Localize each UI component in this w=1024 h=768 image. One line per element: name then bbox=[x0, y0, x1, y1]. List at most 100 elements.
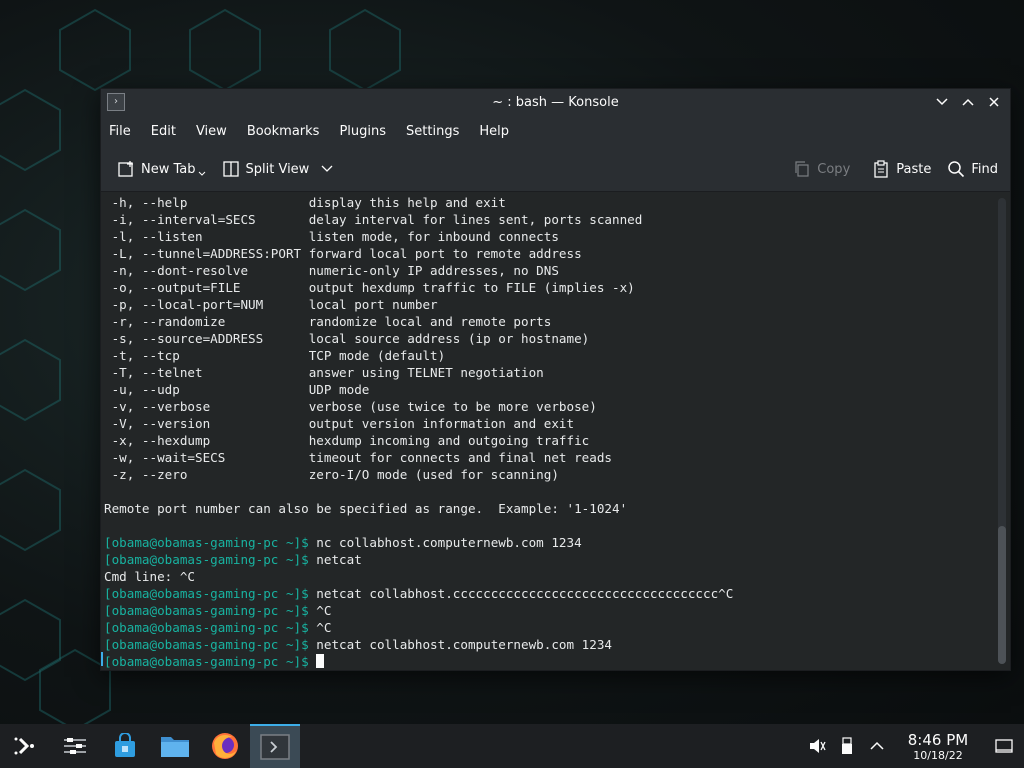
paste-button[interactable]: Paste bbox=[864, 154, 939, 184]
copy-label: Copy bbox=[817, 161, 851, 177]
terminal-line-text: ^C bbox=[308, 620, 332, 635]
system-tray: 8:46 PM 10/18/22 bbox=[802, 724, 1024, 768]
menu-settings[interactable]: Settings bbox=[406, 120, 469, 143]
terminal-line-text: nc collabhost.computernewb.com 1234 bbox=[308, 535, 582, 550]
terminal-line: -p, --local-port=NUM local port number bbox=[104, 296, 733, 313]
app-launcher-button[interactable] bbox=[0, 724, 50, 768]
terminal-line-text: ^C bbox=[308, 603, 332, 618]
volume-button[interactable] bbox=[802, 724, 832, 768]
chevron-up-icon bbox=[870, 741, 884, 750]
terminal-line-text: -o, --output=FILE output hexdump traffic… bbox=[104, 280, 635, 295]
terminal-line-text: -u, --udp UDP mode bbox=[104, 382, 370, 397]
show-desktop-button[interactable] bbox=[984, 724, 1024, 768]
shell-prompt: [obama@obamas-gaming-pc ~]$ bbox=[104, 586, 309, 601]
terminal-line-text: -p, --local-port=NUM local port number bbox=[104, 297, 438, 312]
folder-icon bbox=[161, 737, 189, 757]
show-hidden-icons-button[interactable] bbox=[862, 724, 892, 768]
maximize-button[interactable] bbox=[956, 91, 980, 113]
terminal-line: -r, --randomize randomize local and remo… bbox=[104, 313, 733, 330]
terminal-line-text: netcat collabhost.cccccccccccccccccccccc… bbox=[308, 586, 734, 601]
terminal-line: -z, --zero zero-I/O mode (used for scann… bbox=[104, 466, 733, 483]
close-button[interactable] bbox=[982, 91, 1006, 113]
shell-prompt: [obama@obamas-gaming-pc ~]$ bbox=[104, 603, 309, 618]
terminal-line: -o, --output=FILE output hexdump traffic… bbox=[104, 279, 733, 296]
menubar: File Edit View Bookmarks Plugins Setting… bbox=[101, 115, 1010, 147]
firefox-icon bbox=[212, 733, 238, 759]
terminal-line: [obama@obamas-gaming-pc ~]$ bbox=[104, 653, 733, 670]
terminal-line-text: -s, --source=ADDRESS local source addres… bbox=[104, 331, 590, 346]
titlebar[interactable]: › ~ : bash — Konsole bbox=[101, 89, 1010, 115]
terminal-line: -h, --help display this help and exit bbox=[104, 194, 733, 211]
menu-help[interactable]: Help bbox=[479, 120, 519, 143]
chevron-down-icon bbox=[936, 98, 948, 106]
terminal-line-text: Remote port number can also be specified… bbox=[104, 501, 628, 516]
new-tab-icon bbox=[118, 161, 133, 177]
paste-label: Paste bbox=[896, 161, 932, 177]
device-notifier-button[interactable] bbox=[832, 724, 862, 768]
terminal-line: -x, --hexdump hexdump incoming and outgo… bbox=[104, 432, 733, 449]
window-title: ~ : bash — Konsole bbox=[492, 94, 619, 110]
terminal-view[interactable]: -h, --help display this help and exit -i… bbox=[101, 192, 1010, 670]
file-manager-button[interactable] bbox=[150, 724, 200, 768]
clock-date: 10/18/22 bbox=[913, 748, 963, 762]
terminal-line: [obama@obamas-gaming-pc ~]$ netcat colla… bbox=[104, 585, 733, 602]
terminal-line: -l, --listen listen mode, for inbound co… bbox=[104, 228, 733, 245]
terminal-line: -s, --source=ADDRESS local source addres… bbox=[104, 330, 733, 347]
menu-file[interactable]: File bbox=[109, 120, 141, 143]
close-icon bbox=[989, 97, 999, 107]
konsole-app-icon[interactable]: › bbox=[107, 93, 125, 111]
terminal-line: -v, --verbose verbose (use twice to be m… bbox=[104, 398, 733, 415]
konsole-task-button[interactable] bbox=[250, 724, 300, 768]
clock-time: 8:46 PM bbox=[907, 730, 969, 749]
scrollbar-thumb[interactable] bbox=[998, 526, 1006, 664]
terminal-line: -t, --tcp TCP mode (default) bbox=[104, 347, 733, 364]
terminal-output: -h, --help display this help and exit -i… bbox=[104, 194, 733, 670]
find-button[interactable]: Find bbox=[939, 154, 1006, 184]
menu-plugins[interactable]: Plugins bbox=[339, 120, 396, 143]
app-launcher-icon bbox=[14, 737, 34, 755]
shell-prompt: [obama@obamas-gaming-pc ~]$ bbox=[104, 620, 309, 635]
terminal-line: Cmd line: ^C bbox=[104, 568, 733, 585]
new-tab-button[interactable]: New Tab bbox=[109, 154, 214, 184]
terminal-line: -L, --tunnel=ADDRESS:PORT forward local … bbox=[104, 245, 733, 262]
toolbar: New Tab Split View Copy Paste Find bbox=[101, 147, 1010, 192]
terminal-line: -V, --version output version information… bbox=[104, 415, 733, 432]
chevron-down-icon bbox=[321, 165, 333, 172]
terminal-scrollbar[interactable] bbox=[998, 198, 1006, 664]
split-view-button[interactable]: Split View bbox=[214, 154, 342, 184]
terminal-line-text: -v, --verbose verbose (use twice to be m… bbox=[104, 399, 597, 414]
shell-prompt: [obama@obamas-gaming-pc ~]$ bbox=[104, 637, 309, 652]
sliders-icon bbox=[64, 738, 86, 754]
terminal-line-text: netcat collabhost.computernewb.com 1234 bbox=[308, 637, 613, 652]
terminal-line-text: -x, --hexdump hexdump incoming and outgo… bbox=[104, 433, 590, 448]
menu-edit[interactable]: Edit bbox=[151, 120, 186, 143]
terminal-line: -T, --telnet answer using TELNET negotia… bbox=[104, 364, 733, 381]
terminal-line-text: -i, --interval=SECS delay interval for l… bbox=[104, 212, 643, 227]
terminal-line-text bbox=[309, 654, 317, 669]
shell-prompt: [obama@obamas-gaming-pc ~]$ bbox=[104, 552, 309, 567]
split-view-icon bbox=[222, 161, 239, 177]
terminal-line: [obama@obamas-gaming-pc ~]$ nc collabhos… bbox=[104, 534, 733, 551]
terminal-line-text: -l, --listen listen mode, for inbound co… bbox=[104, 229, 559, 244]
terminal-line: -w, --wait=SECS timeout for connects and… bbox=[104, 449, 733, 466]
terminal-line-text: -T, --telnet answer using TELNET negotia… bbox=[104, 365, 544, 380]
minimize-button[interactable] bbox=[930, 91, 954, 113]
terminal-line-text: -w, --wait=SECS timeout for connects and… bbox=[104, 450, 612, 465]
menu-view[interactable]: View bbox=[196, 120, 237, 143]
digital-clock[interactable]: 8:46 PM 10/18/22 bbox=[898, 731, 978, 762]
show-desktop-icon bbox=[995, 739, 1013, 753]
system-settings-button[interactable] bbox=[50, 724, 100, 768]
copy-button[interactable]: Copy bbox=[785, 154, 858, 184]
terminal-line: -i, --interval=SECS delay interval for l… bbox=[104, 211, 733, 228]
shopping-bag-icon bbox=[115, 733, 135, 757]
terminal-line-text: Cmd line: ^C bbox=[104, 569, 195, 584]
terminal-line: -u, --udp UDP mode bbox=[104, 381, 733, 398]
chevron-down-icon bbox=[198, 171, 205, 176]
find-label: Find bbox=[971, 161, 998, 177]
discover-store-button[interactable] bbox=[100, 724, 150, 768]
menu-bookmarks[interactable]: Bookmarks bbox=[247, 120, 330, 143]
terminal-line-text: netcat bbox=[308, 552, 362, 567]
new-tab-label: New Tab bbox=[141, 161, 196, 177]
firefox-button[interactable] bbox=[200, 724, 250, 768]
